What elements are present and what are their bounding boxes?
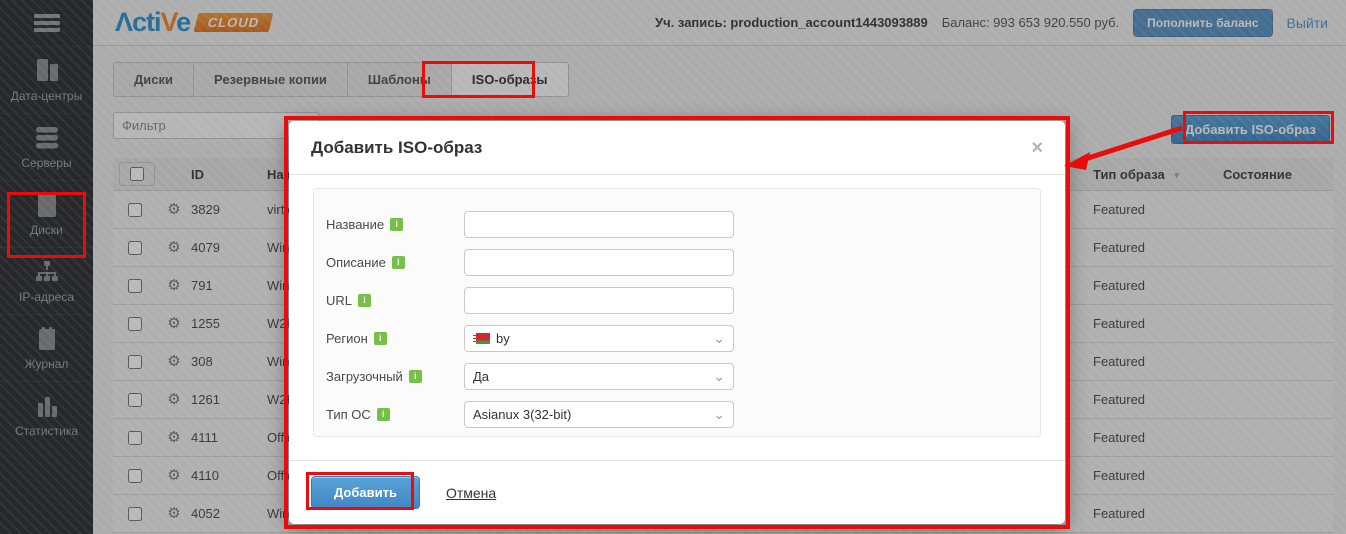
modal-form-panel: Названиеi Описаниеi URLi Регионi by⌄ Заг… [313,188,1041,437]
modal-footer: Добавить Отмена [289,460,1065,524]
field-label: Загрузочный [326,369,403,384]
belarus-flag-icon [473,333,490,344]
region-select[interactable]: by⌄ [464,325,734,352]
chevron-down-icon: ⌄ [713,373,725,380]
os-type-select[interactable]: Asianux 3(32-bit)⌄ [464,401,734,428]
form-row-name: Название i [326,205,1028,243]
field-label: Описание [326,255,386,270]
info-icon[interactable]: i [377,408,390,421]
info-icon[interactable]: i [409,370,422,383]
description-field[interactable] [464,249,734,276]
form-row-url: URL i [326,281,1028,319]
form-row-region: Регионi by⌄ [326,319,1028,357]
info-icon[interactable]: i [374,332,387,345]
modal-title: Добавить ISO-образ [311,138,482,158]
cancel-link[interactable]: Отмена [446,485,496,501]
submit-add-button[interactable]: Добавить [311,476,420,509]
field-label: Название [326,217,384,232]
field-label: Тип ОС [326,407,371,422]
info-icon[interactable]: i [390,218,403,231]
bootable-select[interactable]: Да⌄ [464,363,734,390]
chevron-down-icon: ⌄ [713,335,725,342]
field-label: URL [326,293,352,308]
modal-header: Добавить ISO-образ × [289,121,1065,175]
name-field[interactable] [464,211,734,238]
info-icon[interactable]: i [392,256,405,269]
form-row-os-type: Тип ОС i Asianux 3(32-bit)⌄ [326,395,1028,433]
close-icon[interactable]: × [1031,138,1043,158]
url-field[interactable] [464,287,734,314]
form-row-description: Описание i [326,243,1028,281]
info-icon[interactable]: i [358,294,371,307]
form-row-bootable: Загрузочный i Да⌄ [326,357,1028,395]
field-label: Регион [326,331,368,346]
chevron-down-icon: ⌄ [713,411,725,418]
add-iso-modal: Добавить ISO-образ × Название i Описание i… [289,121,1065,524]
